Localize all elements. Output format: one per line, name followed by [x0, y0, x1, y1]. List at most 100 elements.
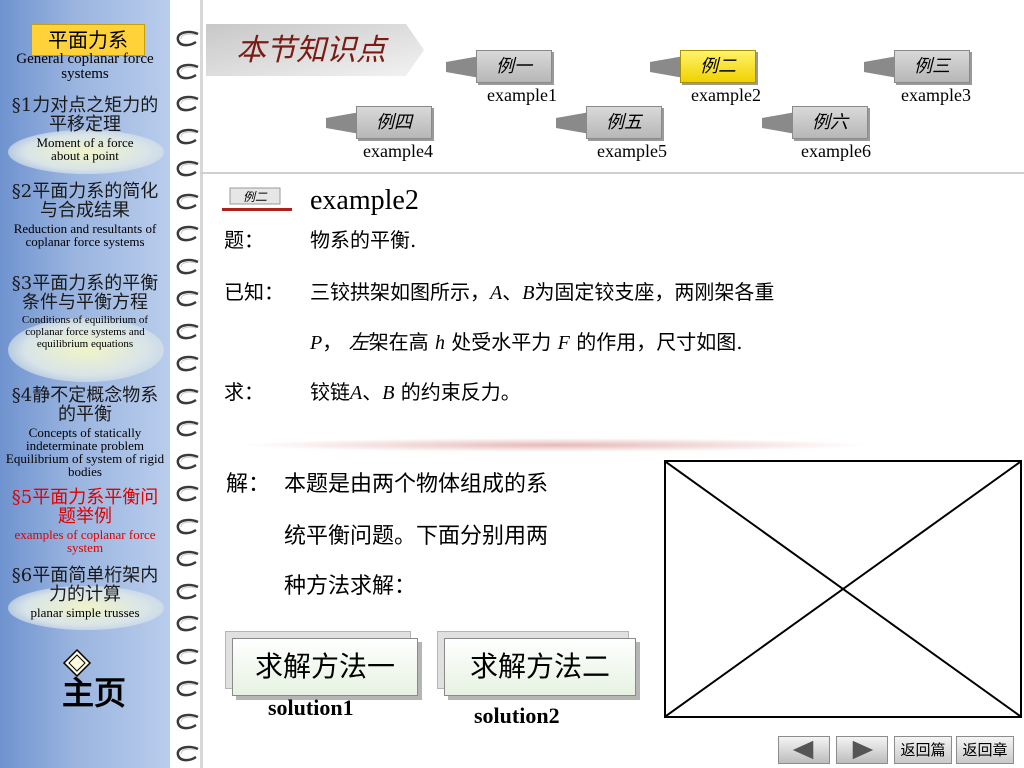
arrow-left-icon	[864, 56, 898, 78]
binder-ring-icon	[176, 453, 199, 469]
binder-ring-icon	[176, 518, 199, 534]
var-h: h	[434, 332, 445, 354]
nav-item-label-cn: §5平面力系平衡问题举例	[11, 487, 159, 527]
sidebar-item-moment[interactable]: §1力对点之矩力的平移定理 Moment of a force about a …	[0, 95, 170, 174]
nav-item-label-en: Conditions of equilibrium of coplanar fo…	[21, 314, 149, 350]
given-text: 的作用，尺寸如图.	[576, 330, 743, 354]
binder-ring-icon	[176, 128, 199, 144]
sidebar-item-reduction[interactable]: §2平面力系的简化与合成结果 Reduction and resultants …	[0, 182, 170, 248]
binder-ring-icon	[176, 258, 199, 274]
home-label: 主页	[62, 674, 127, 712]
tab-label-cn: 例六	[792, 106, 868, 139]
nav-item-label-en: Moment of a force about a point	[36, 135, 134, 163]
solution-line-1: 本题是由两个物体组成的系	[284, 472, 549, 497]
example-badge-icon: 例二	[222, 187, 292, 211]
arrow-right-icon	[852, 740, 874, 760]
tab-label-cn: 例一	[476, 50, 552, 83]
binder-ring-icon	[176, 583, 199, 599]
given-text: 为固定铰支座，两刚架各重	[534, 280, 775, 304]
page-spine	[200, 0, 203, 768]
section-divider	[240, 438, 870, 452]
nav-item-label-cn: §4静不定概念物系的平衡	[11, 385, 159, 425]
given-sep: 、	[502, 280, 523, 304]
solution2-label[interactable]: solution2	[474, 704, 560, 728]
given-text: 处受水平力	[451, 330, 552, 354]
return-section-button[interactable]: 返回章	[956, 736, 1014, 764]
figure-placeholder	[664, 460, 1022, 718]
arrow-left-icon	[762, 112, 796, 134]
nav-item-label-cn: §6平面简单桁架内力的计算	[11, 565, 159, 605]
find-text: 铰链A、B 的约束反力。	[310, 380, 521, 405]
binder-ring-icon	[176, 713, 199, 729]
tab-label-en: example1	[487, 85, 557, 105]
binder-ring-icon	[176, 63, 199, 79]
prev-page-button[interactable]	[778, 736, 830, 764]
binder-ring-icon	[176, 550, 199, 567]
var-A: A	[490, 282, 503, 304]
arrow-left-icon	[326, 112, 360, 134]
var-A: A	[350, 382, 363, 404]
binder-ring-icon	[176, 290, 199, 307]
given-label: 已知：	[224, 280, 284, 304]
given-text: ，	[322, 330, 343, 354]
sidebar-item-trusses[interactable]: §6平面简单桁架内力的计算 planar simple trusses	[0, 565, 170, 630]
binder-ring-icon	[176, 193, 199, 209]
next-page-button[interactable]	[836, 736, 888, 764]
section-knowledge-logo: 本节知识点	[206, 24, 424, 76]
find-text-b: 的约束反力。	[400, 380, 521, 404]
tab-label-en: example3	[901, 85, 971, 105]
sidebar-item-examples[interactable]: §5平面力系平衡问题举例 examples of coplanar force …	[0, 488, 170, 554]
find-text-a: 铰链	[310, 380, 350, 404]
solution-method-1-button[interactable]: 求解方法一	[225, 631, 418, 696]
binder-ring-icon	[176, 30, 199, 47]
find-sep: 、	[362, 380, 383, 404]
arrow-left-icon	[446, 56, 480, 78]
arrow-left-icon	[650, 56, 684, 78]
binder-ring-icon	[176, 680, 199, 697]
given-line-2: P， 左架在高 h 处受水平力 F 的作用，尺寸如图.	[310, 330, 743, 355]
solution-method-2-button[interactable]: 求解方法二	[437, 631, 636, 696]
solution-line-2: 统平衡问题。下面分别用两	[284, 524, 549, 549]
sidebar-item-equilibrium[interactable]: §3平面力系的平衡条件与平衡方程 Conditions of equilibri…	[0, 273, 170, 382]
binder-ring-icon	[176, 745, 199, 762]
find-label: 求：	[224, 380, 264, 404]
var-P: P	[310, 332, 323, 354]
example-badge-text: 例二	[243, 190, 268, 204]
given-text: 左	[348, 330, 369, 354]
solution1-label[interactable]: solution1	[268, 696, 354, 720]
var-B: B	[382, 382, 395, 404]
binder-ring-icon	[176, 225, 199, 242]
nav-item-label-en: planar simple trusses	[30, 605, 140, 620]
given-text: 三铰拱架如图所示，	[310, 280, 490, 304]
arrow-left-icon	[792, 740, 814, 760]
binder-ring-icon	[176, 160, 199, 177]
binder-ring-icon	[176, 355, 199, 372]
binder-ring-icon	[176, 615, 199, 632]
sidebar-title-en: General coplanar force systems	[16, 51, 154, 82]
question-label: 题：	[224, 228, 264, 252]
given-line-1: 三铰拱架如图所示，A、B为固定铰支座，两刚架各重	[310, 280, 774, 305]
var-F: F	[557, 332, 570, 354]
header-divider	[200, 172, 1024, 174]
home-button[interactable]: 主页	[52, 648, 162, 712]
section-logo-text: 本节知识点	[236, 33, 389, 68]
nav-item-label-cn: §1力对点之矩力的平移定理	[11, 95, 159, 135]
given-text: 架在高	[368, 330, 429, 354]
binder-ring-icon	[176, 388, 199, 404]
tab-label-cn: 例二	[680, 50, 756, 83]
tab-label-cn: 例三	[894, 50, 970, 83]
sidebar-item-indeterminate[interactable]: §4静不定概念物系的平衡 Concepts of statically inde…	[0, 386, 170, 478]
example-title: example2	[310, 185, 419, 216]
nav-item-label-en: Reduction and resultants of coplanar for…	[13, 221, 157, 249]
return-chapter-button[interactable]: 返回篇	[894, 736, 952, 764]
sidebar: 平面力系 General coplanar force systems §1力对…	[0, 0, 170, 768]
question-text: 物系的平衡.	[310, 228, 417, 252]
binder-ring-icon	[176, 323, 199, 339]
binder-ring-icon	[176, 648, 199, 664]
var-B: B	[522, 282, 535, 304]
binder-ring-icon	[176, 420, 199, 437]
nav-item-label-cn: §2平面力系的简化与合成结果	[11, 181, 159, 221]
tab-label-en: example4	[363, 141, 433, 161]
tab-label-cn: 例五	[586, 106, 662, 139]
nav-item-label-cn: §3平面力系的平衡条件与平衡方程	[11, 273, 159, 313]
